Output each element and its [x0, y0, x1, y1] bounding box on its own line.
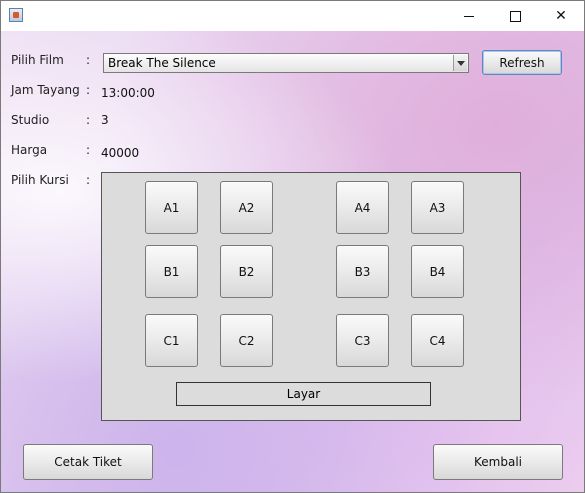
film-select[interactable]: Break The Silence: [103, 53, 469, 73]
chevron-down-icon: [456, 60, 465, 66]
seat-colon: :: [86, 173, 91, 187]
print-ticket-button[interactable]: Cetak Tiket: [23, 444, 153, 480]
seat-A2[interactable]: A2: [220, 181, 273, 234]
seat-C3[interactable]: C3: [336, 314, 389, 367]
price-value: 40000: [101, 146, 140, 160]
seat-label: Pilih Kursi: [11, 173, 69, 187]
seat-A4[interactable]: A4: [336, 181, 389, 234]
time-value: 13:00:00: [101, 86, 155, 100]
seat-C1[interactable]: C1: [145, 314, 198, 367]
refresh-button[interactable]: Refresh: [482, 50, 562, 75]
studio-colon: :: [86, 113, 91, 127]
seat-B3[interactable]: B3: [336, 245, 389, 298]
maximize-icon: [509, 10, 521, 22]
dropdown-arrow-button[interactable]: [453, 55, 467, 71]
price-label: Harga: [11, 143, 48, 157]
film-colon: :: [86, 53, 91, 67]
minimize-icon: [464, 15, 474, 17]
back-button[interactable]: Kembali: [433, 444, 563, 480]
main-panel: Pilih Film : Break The Silence Refresh J…: [1, 31, 584, 492]
close-button[interactable]: ✕: [538, 1, 584, 31]
seat-A3[interactable]: A3: [411, 181, 464, 234]
seat-C2[interactable]: C2: [220, 314, 273, 367]
studio-value: 3: [101, 113, 109, 127]
time-colon: :: [86, 83, 91, 97]
java-app-icon: [9, 8, 23, 22]
time-label: Jam Tayang: [11, 83, 80, 97]
close-icon: ✕: [555, 8, 567, 24]
screen-indicator: Layar: [176, 382, 431, 406]
seat-map-panel: A1 A2 A4 A3 B1 B2 B3 B4 C1 C2 C3 C4 Laya…: [101, 172, 521, 421]
price-colon: :: [86, 143, 91, 157]
studio-label: Studio: [11, 113, 50, 127]
title-bar[interactable]: ✕: [1, 1, 584, 31]
seat-B2[interactable]: B2: [220, 245, 273, 298]
film-selected-value: Break The Silence: [108, 56, 216, 70]
film-label: Pilih Film: [11, 53, 64, 67]
minimize-button[interactable]: [446, 1, 492, 31]
seat-B1[interactable]: B1: [145, 245, 198, 298]
app-window: ✕ Pilih Film : Break The Silence Refresh…: [0, 0, 585, 493]
seat-C4[interactable]: C4: [411, 314, 464, 367]
maximize-button[interactable]: [492, 1, 538, 31]
seat-B4[interactable]: B4: [411, 245, 464, 298]
seat-A1[interactable]: A1: [145, 181, 198, 234]
